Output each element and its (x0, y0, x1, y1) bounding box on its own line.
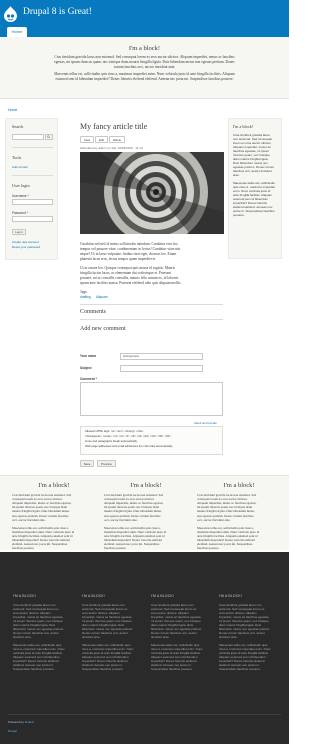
nav-tab-home[interactable]: Home (7, 27, 27, 37)
sidebar-block-title: I'm a block! (233, 124, 254, 129)
divider (8, 714, 281, 715)
article-paragraph-line: pharetra lacus eros, lectus tempor quam … (80, 257, 157, 261)
comment-label: Comment * (80, 377, 97, 381)
article-paragraph-line: posuere, mi ut convallis convallis, maur… (80, 276, 179, 280)
triptych-text-line: faucibus posuere. (104, 546, 127, 551)
footer-text-line: tincidunt ante. (13, 635, 32, 639)
footer-text-line: Suspendisse faucibus posuere. (151, 667, 193, 671)
main-content: My fancy article title View Edit Delete … (63, 118, 224, 473)
tab-view[interactable]: View (80, 136, 94, 143)
triptych-text-line: orci, auctor tincidunt ante. (197, 517, 231, 522)
sidebar-left: Search Tools Add content User login User… (5, 118, 58, 260)
article-title: My fancy article title (80, 122, 148, 131)
filter-tip: Allowed HTML tags: <a> <em> <strong> <ci… (85, 429, 144, 433)
save-button[interactable]: Save (80, 460, 94, 467)
article-paragraph-line: neque? Ut in lacus vulputate, finibus ri… (80, 252, 177, 256)
site-name[interactable]: Drupal 8 is Great! (23, 6, 92, 18)
login-button[interactable]: Log in (12, 229, 26, 235)
featured-text-line: rutrum faucibus orci, auctor tincidunt a… (113, 65, 176, 69)
tags-heading: Tags (80, 290, 87, 294)
triptych-block-title: I'm a block! (38, 482, 70, 489)
footer-text-line: tincidunt ante. (82, 635, 101, 639)
create-account-link[interactable]: Create new account (12, 240, 39, 244)
search-icon (47, 135, 51, 139)
password-label: Password * (12, 211, 29, 215)
tab-delete[interactable]: Delete (109, 136, 125, 143)
featured-text-line: Cras tincidunt gravida lacus non euismod… (54, 55, 235, 59)
name-field[interactable]: Anonymous (120, 353, 203, 360)
article-image (80, 152, 224, 234)
subject-field[interactable] (120, 365, 203, 372)
divider (12, 147, 53, 148)
featured-text-line: Maecenas tellus est, sollicitudin quis r… (54, 72, 235, 76)
triptych-region: I'm a block! Cras tincidunt gravida lacu… (0, 475, 289, 550)
powered-by-label: Powered by (8, 720, 24, 724)
about-text-formats-link[interactable]: About text formats (194, 421, 217, 425)
divider (12, 175, 53, 176)
triptych-text-line: orci, auctor tincidunt ante. (104, 517, 138, 522)
article-paragraph-line: ipsum ante facilisis massa. Praesent ele… (80, 281, 182, 285)
add-content-link[interactable]: Add content (12, 165, 28, 169)
featured-region: I'm a block! Cras tincidunt gravida lacu… (0, 37, 289, 99)
footer-block-title: I'M A BLOCK! (13, 594, 37, 598)
featured-text-line: egestas, mi ipsum rhoncus quam, nec tris… (54, 60, 235, 64)
tag-link[interactable]: Aliquam (96, 295, 108, 299)
password-field[interactable] (12, 216, 53, 222)
footer-block-title: I'M A BLOCK! (151, 594, 175, 598)
footer-text-line: Suspendisse faucibus posuere. (219, 667, 261, 671)
triptych-block: I'm a block! Cras tincidunt gravida lacu… (197, 476, 281, 551)
powered-by: Powered by Drupal (8, 720, 34, 724)
featured-block-title: I'm a block! (128, 45, 161, 52)
footer-logo-link[interactable]: Drupal (8, 729, 17, 733)
comments-heading: Comments (80, 309, 107, 315)
name-label: Your name (80, 354, 97, 358)
featured-text-line: euismod sem id bibendum imperdiet? Donec… (55, 77, 234, 81)
search-heading: Search (12, 124, 24, 129)
preview-button[interactable]: Preview (97, 460, 116, 467)
article-paragraph-line: Curabitur sed nisl id metus sollicitudin… (80, 242, 179, 246)
footer-text-line: Suspendisse faucibus posuere. (82, 667, 124, 671)
triptych-text-line: faucibus posuere. (12, 546, 35, 551)
comment-textarea[interactable] (80, 382, 223, 416)
user-login-heading: User login (12, 183, 30, 188)
footer-text-line: tincidunt ante. (219, 635, 238, 639)
footer-text-line: tincidunt ante. (151, 635, 170, 639)
article-paragraph-line: fringilla luctus lacus, ac elementum dui… (80, 271, 172, 275)
filter-tip: Lines and paragraphs break automatically… (85, 439, 138, 443)
username-label: Username * (12, 194, 29, 198)
tag-link[interactable]: drafting (80, 295, 91, 299)
tools-heading: Tools (12, 155, 22, 160)
filter-tip: Web page addresses and email addresses t… (85, 444, 173, 448)
search-button[interactable] (45, 134, 53, 140)
sidebar-right: I'm a block! Cras tincidunt gravida lacu… (228, 118, 282, 259)
site-header: Drupal 8 is Great! Home (0, 0, 289, 37)
site-footer: I'M A BLOCK! Cras tincidunt gravida lacus… (0, 552, 289, 744)
triptych-text-line: orci, auctor tincidunt ante. (12, 517, 46, 522)
filter-tip: <blockquote> <code> <ul> <ol> <li> <dl> … (85, 434, 171, 438)
reset-password-link[interactable]: Reset your password (12, 245, 40, 249)
footer-block-title: I'M A BLOCK! (82, 594, 106, 598)
triptych-block-title: I'm a block! (130, 482, 162, 489)
footer-block-title: I'M A BLOCK! (219, 594, 243, 598)
divider (80, 319, 223, 320)
drupal-link[interactable]: Drupal (25, 720, 34, 724)
triptych-block: I'm a block! Cras tincidunt gravida lacu… (104, 476, 188, 551)
search-input[interactable] (12, 134, 44, 140)
drupal-logo-icon[interactable] (4, 6, 17, 22)
triptych-block-title: I'm a block! (223, 482, 255, 489)
sidebar-text-line: posuere. (233, 213, 245, 217)
breadcrumb-home-link[interactable]: Home (8, 108, 17, 112)
username-field[interactable] (12, 199, 53, 205)
tab-edit[interactable]: Edit (95, 136, 108, 143)
submitted-info: Submitted by admin on Sat, 04/18/2015 - … (80, 146, 143, 150)
sidebar-text-line: ante. (233, 173, 240, 177)
article-paragraph-line: Ut in ornare leo. Quisque consequat quis… (80, 266, 176, 270)
add-comment-heading: Add new comment (80, 326, 126, 332)
triptych-text-line: faucibus posuere. (197, 546, 220, 551)
article-paragraph-line: tempus vel posuere vitae, condimentum ac… (80, 247, 181, 251)
triptych-block: I'm a block! Cras tincidunt gravida lacu… (12, 476, 96, 551)
subject-label: Subject (80, 366, 92, 370)
divider (80, 304, 223, 305)
footer-text-line: Suspendisse faucibus posuere. (13, 667, 55, 671)
